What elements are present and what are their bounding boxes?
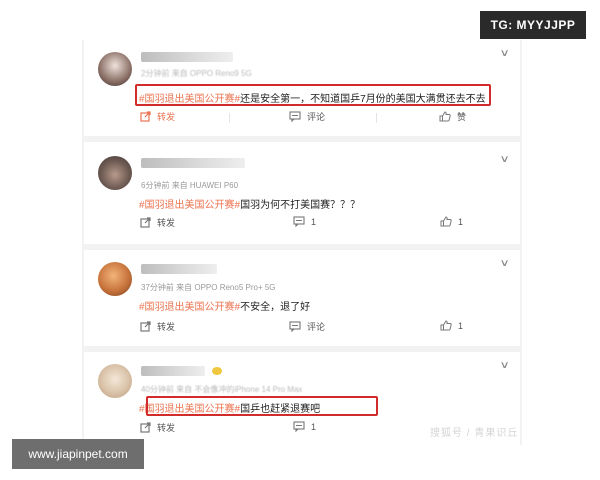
repost-icon bbox=[140, 422, 151, 433]
thumbs-up-icon bbox=[439, 111, 451, 122]
username-blurred[interactable] bbox=[141, 52, 233, 62]
post-meta: 40分钟前 来自 不会像冲的iPhone 14 Pro Max bbox=[141, 384, 302, 395]
post-meta: 37分钟前 来自 OPPO Reno5 Pro+ 5G bbox=[141, 282, 276, 293]
post-source: 来自 OPPO Reno9 5G bbox=[171, 69, 252, 78]
username-blurred[interactable] bbox=[141, 264, 217, 274]
post-meta: 2分钟前 来自 OPPO Reno9 5G bbox=[141, 68, 252, 79]
comment-text: #国羽退出美国公开赛#不安全，退了好 bbox=[139, 298, 310, 313]
like-count: 1 bbox=[458, 320, 464, 331]
action-bar: 转发 1 1 bbox=[84, 216, 520, 232]
post-time: 6分钟前 bbox=[141, 181, 170, 190]
like-button[interactable]: 1 bbox=[440, 320, 463, 331]
chevron-down-icon[interactable]: ∨ bbox=[499, 360, 509, 371]
thumbs-up-icon bbox=[440, 320, 452, 331]
repost-button[interactable]: 转发 bbox=[140, 320, 175, 333]
divider bbox=[376, 113, 377, 123]
username-blurred[interactable] bbox=[141, 158, 245, 168]
repost-button[interactable]: 转发 bbox=[140, 216, 175, 229]
comment-text: #国羽退出美国公开赛#国羽为何不打美国赛？？？ bbox=[139, 196, 360, 211]
comment-icon bbox=[293, 421, 305, 432]
post-time: 37分钟前 bbox=[141, 283, 174, 292]
avatar[interactable] bbox=[98, 364, 132, 398]
avatar[interactable] bbox=[98, 156, 132, 190]
chevron-down-icon[interactable]: ∨ bbox=[499, 258, 509, 269]
repost-icon bbox=[140, 111, 151, 122]
comment-count: 1 bbox=[311, 421, 317, 432]
action-bar: 转发 评论 赞 bbox=[84, 110, 520, 126]
post-source: 来自 不会像冲的iPhone 14 Pro Max bbox=[176, 385, 303, 394]
comment-card: 37分钟前 来自 OPPO Reno5 Pro+ 5G ∨ #国羽退出美国公开赛… bbox=[84, 250, 520, 346]
chevron-down-icon[interactable]: ∨ bbox=[499, 48, 509, 59]
repost-label: 转发 bbox=[157, 112, 176, 122]
post-source: 来自 OPPO Reno5 Pro+ 5G bbox=[176, 283, 276, 292]
avatar[interactable] bbox=[98, 52, 132, 86]
repost-icon bbox=[140, 217, 151, 228]
like-label: 赞 bbox=[457, 112, 467, 122]
topic-link[interactable]: #国羽退出美国公开赛# bbox=[139, 302, 240, 313]
repost-label: 转发 bbox=[157, 322, 176, 332]
repost-icon bbox=[140, 321, 151, 332]
comment-icon bbox=[289, 111, 301, 122]
comment-body: 国羽为何不打美国赛？？？ bbox=[240, 200, 361, 211]
username-blurred[interactable] bbox=[141, 366, 205, 376]
like-count: 1 bbox=[458, 216, 464, 227]
tg-watermark-badge: TG: MYYJJPP bbox=[480, 11, 586, 39]
chevron-down-icon[interactable]: ∨ bbox=[499, 154, 509, 165]
weibo-comment-feed: 2分钟前 来自 OPPO Reno9 5G ∨ #国羽退出美国公开赛#还是安全第… bbox=[82, 40, 522, 445]
action-bar: 转发 评论 1 bbox=[84, 320, 520, 336]
like-button[interactable]: 赞 bbox=[439, 110, 466, 123]
comment-label: 评论 bbox=[307, 322, 326, 332]
highlight-box bbox=[135, 84, 491, 106]
comment-icon bbox=[293, 216, 305, 227]
repost-label: 转发 bbox=[157, 423, 176, 433]
faint-watermark: 搜狐号 / 青果识丘 bbox=[430, 428, 519, 439]
repost-button[interactable]: 转发 bbox=[140, 110, 175, 123]
post-time: 40分钟前 bbox=[141, 385, 174, 394]
comment-count: 1 bbox=[311, 216, 317, 227]
repost-button[interactable]: 转发 bbox=[140, 421, 175, 434]
comment-button[interactable]: 评论 bbox=[289, 110, 325, 123]
comment-label: 评论 bbox=[307, 112, 326, 122]
comment-button[interactable]: 1 bbox=[293, 216, 316, 227]
post-meta: 6分钟前 来自 HUAWEI P60 bbox=[141, 180, 238, 191]
comment-icon bbox=[289, 321, 301, 332]
thumbs-up-icon bbox=[440, 216, 452, 227]
topic-link[interactable]: #国羽退出美国公开赛# bbox=[139, 200, 240, 211]
post-time: 2分钟前 bbox=[141, 69, 170, 78]
highlight-box bbox=[146, 396, 378, 416]
comment-card: 2分钟前 来自 OPPO Reno9 5G ∨ #国羽退出美国公开赛#还是安全第… bbox=[84, 40, 520, 136]
vip-badge-icon bbox=[212, 367, 222, 375]
repost-label: 转发 bbox=[157, 218, 176, 228]
comment-button[interactable]: 1 bbox=[293, 421, 316, 432]
divider bbox=[229, 113, 230, 123]
like-button[interactable]: 1 bbox=[440, 216, 463, 227]
comment-card: 6分钟前 来自 HUAWEI P60 ∨ #国羽退出美国公开赛#国羽为何不打美国… bbox=[84, 142, 520, 244]
site-watermark-badge: www.jiapinpet.com bbox=[12, 439, 144, 469]
post-source: 来自 HUAWEI P60 bbox=[171, 181, 239, 190]
comment-body: 不安全，退了好 bbox=[240, 302, 311, 313]
avatar[interactable] bbox=[98, 262, 132, 296]
comment-button[interactable]: 评论 bbox=[289, 320, 325, 333]
